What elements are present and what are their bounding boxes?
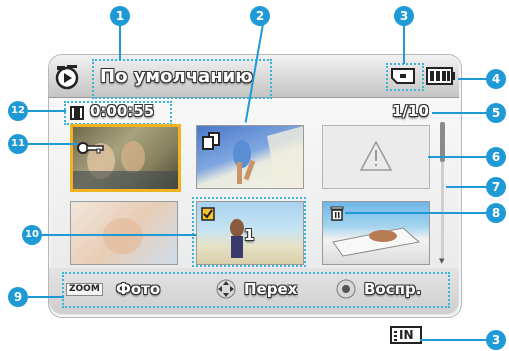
thumbnail-4[interactable] xyxy=(70,201,178,265)
leader-10 xyxy=(38,234,196,236)
playback-mode-icon xyxy=(54,64,80,90)
elapsed-time: 0:00:55 xyxy=(90,102,155,120)
leader-8 xyxy=(345,212,488,214)
thumbnail-1-selected[interactable] xyxy=(70,124,181,192)
page-counter: 1/10 xyxy=(392,102,429,120)
protect-key-icon xyxy=(77,139,105,154)
callout-7: 7 xyxy=(486,177,506,197)
leader-3 xyxy=(403,24,405,64)
zoom-key-label: ZOOM xyxy=(66,283,103,296)
play-label[interactable]: Воспр. xyxy=(364,280,421,298)
leader-5 xyxy=(432,112,488,114)
leader-9 xyxy=(28,296,64,298)
callout-8: 8 xyxy=(486,203,506,223)
photo-label[interactable]: Фото xyxy=(116,280,160,298)
leader-3b xyxy=(420,339,488,341)
scroll-down-arrow[interactable]: ▼ xyxy=(439,257,444,265)
callout-12: 12 xyxy=(8,101,28,121)
leader-1 xyxy=(119,24,121,60)
leader-6 xyxy=(428,156,488,158)
page-title: По умолчанию xyxy=(100,66,253,87)
copy-icon xyxy=(201,132,221,150)
warning-icon xyxy=(359,140,393,171)
film-icon xyxy=(70,105,84,120)
leader-4 xyxy=(458,78,488,80)
leader-12 xyxy=(28,110,66,112)
callout-9: 9 xyxy=(8,287,28,307)
internal-memory-icon: IN xyxy=(390,326,422,344)
callout-4: 4 xyxy=(486,69,506,89)
callout-11: 11 xyxy=(8,134,28,154)
callout-3b: 3 xyxy=(486,330,506,350)
move-label[interactable]: Перех xyxy=(244,280,297,298)
callout-6: 6 xyxy=(486,147,506,167)
callout-5: 5 xyxy=(486,103,506,123)
memory-card-icon xyxy=(391,68,415,84)
check-mark-icon xyxy=(201,206,215,221)
dpad-icon xyxy=(216,279,236,299)
internal-memory-label: IN xyxy=(399,328,414,342)
trash-icon xyxy=(330,205,344,221)
thumbnail-3-damaged[interactable] xyxy=(322,125,430,189)
callout-2: 2 xyxy=(250,6,270,26)
callout-3: 3 xyxy=(394,6,414,26)
callout-10: 10 xyxy=(22,225,42,245)
multiselect-count: 1 xyxy=(244,226,255,244)
ok-button-icon xyxy=(336,279,356,299)
battery-icon xyxy=(426,67,456,85)
leader-11 xyxy=(28,143,78,145)
callout-1: 1 xyxy=(110,6,130,26)
leader-7 xyxy=(446,186,488,188)
